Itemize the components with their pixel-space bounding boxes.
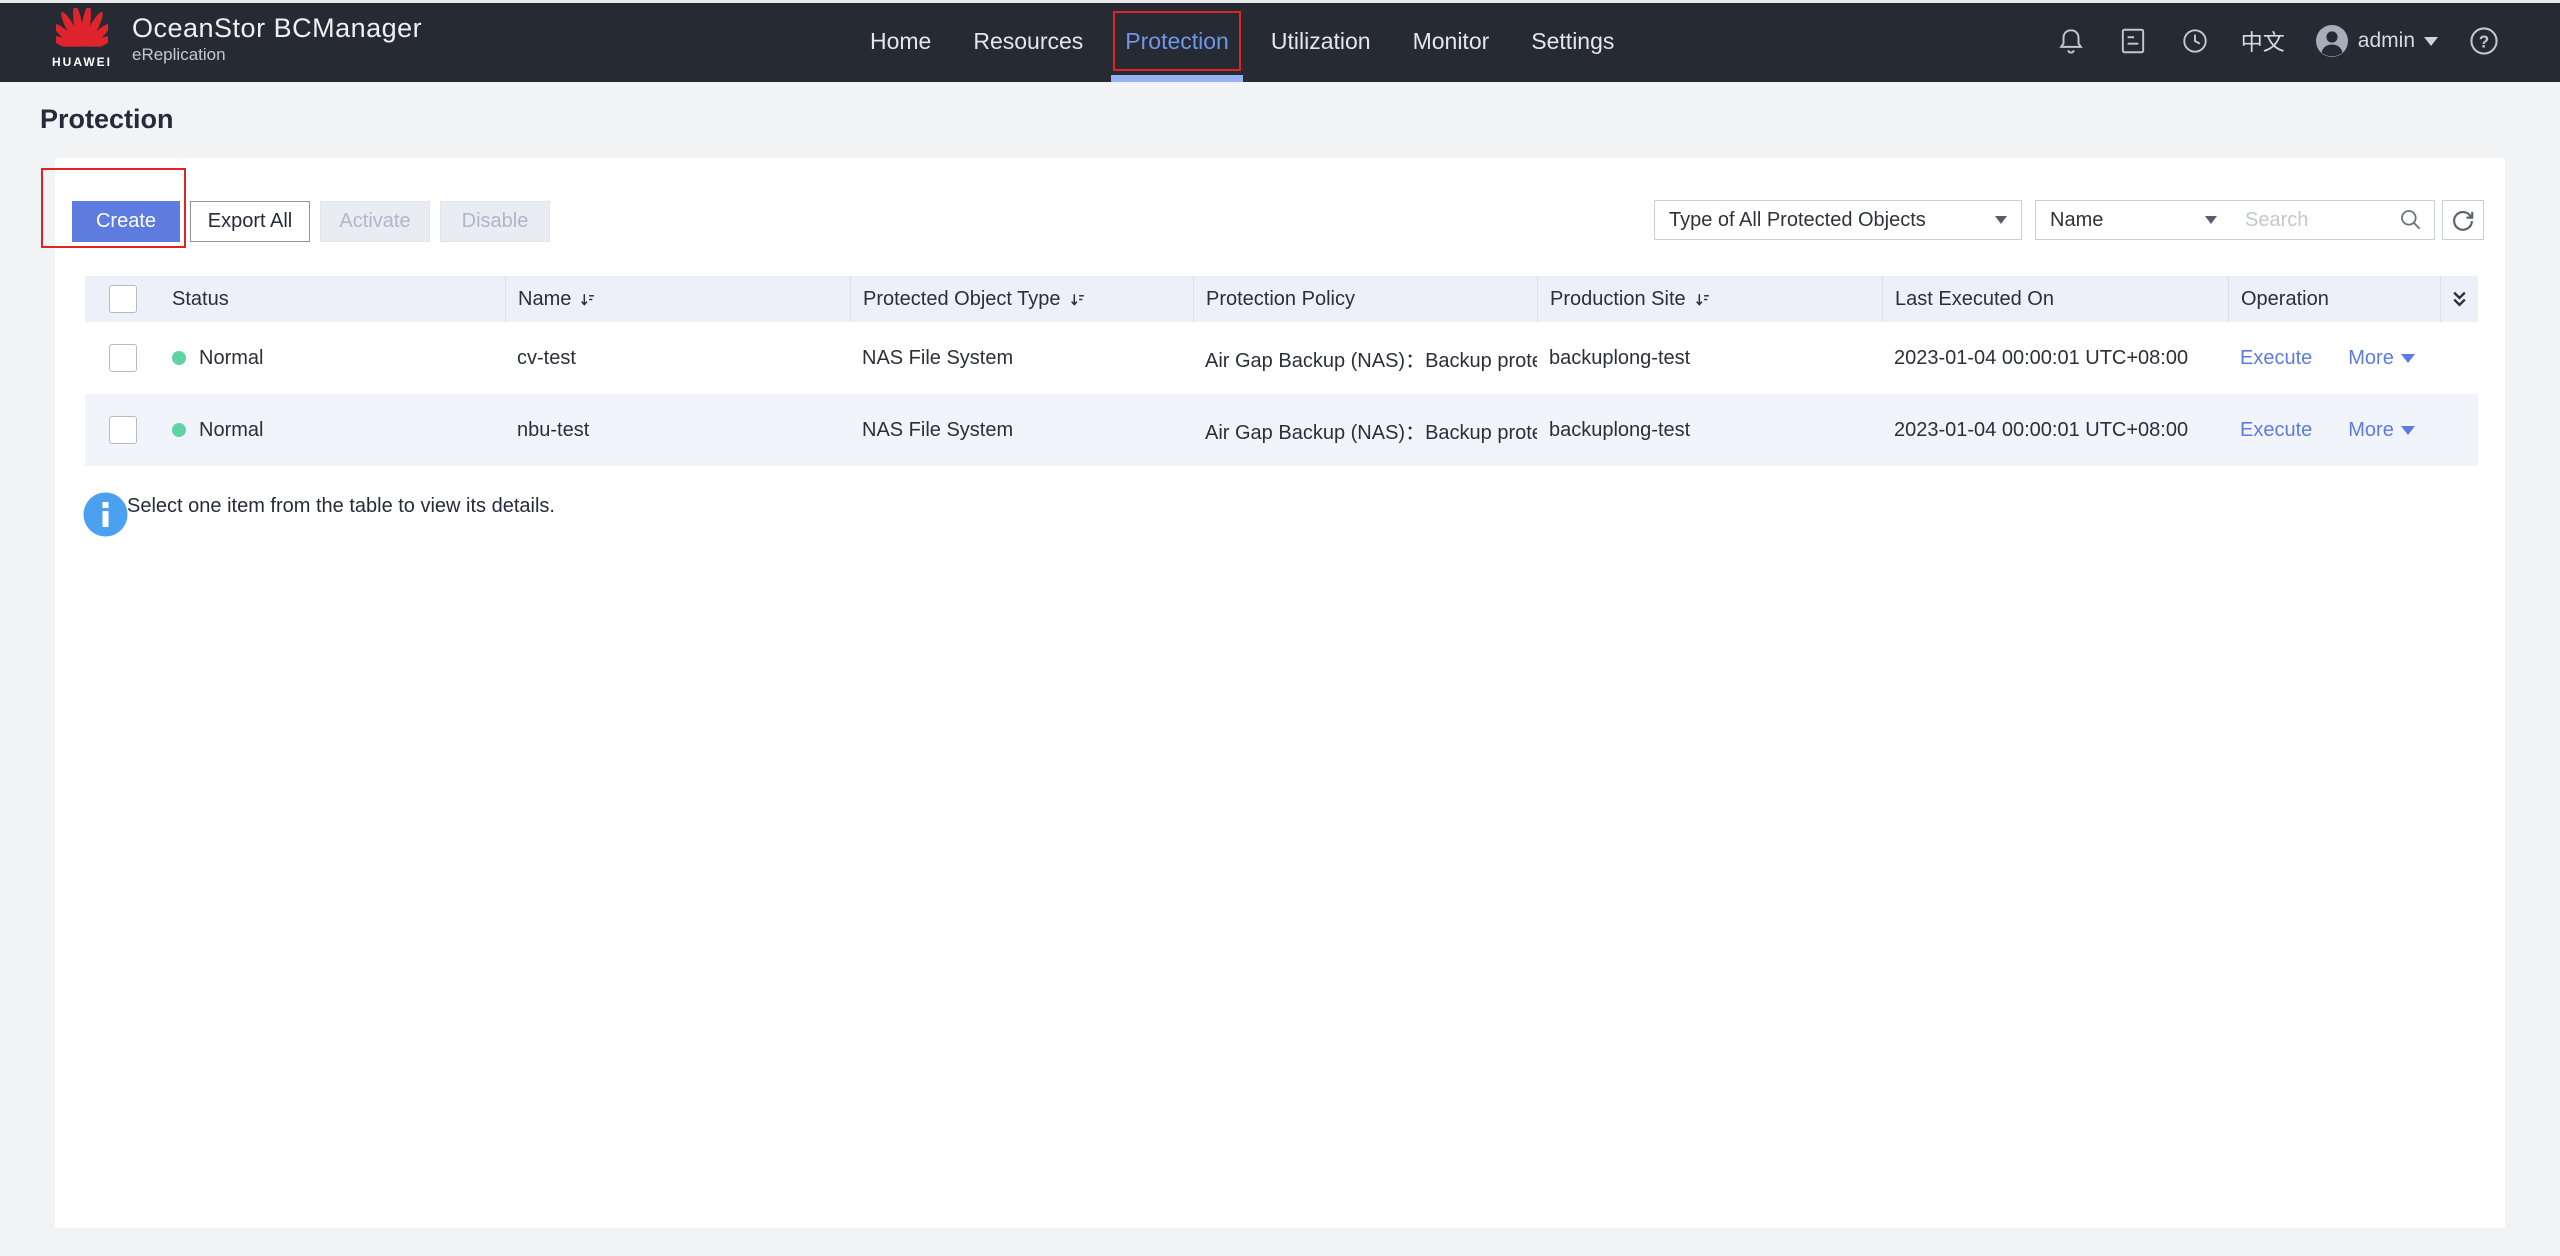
- row-checkbox[interactable]: [109, 344, 137, 372]
- cell-policy: Air Gap Backup (NAS)：Backup prote...: [1193, 322, 1537, 394]
- col-header-last-executed-on: Last Executed On: [1882, 276, 2228, 322]
- user-menu[interactable]: admin: [2315, 24, 2438, 58]
- disable-button[interactable]: Disable: [440, 201, 550, 242]
- info-tip: Select one item from the table to view i…: [83, 495, 555, 518]
- huawei-wordmark: HUAWEI: [46, 55, 118, 69]
- cell-policy: Air Gap Backup (NAS)：Backup prote...: [1193, 394, 1537, 466]
- cell-type: NAS File System: [850, 394, 1193, 466]
- column-settings-button[interactable]: [2440, 276, 2478, 322]
- history-clock-icon[interactable]: [2179, 25, 2211, 57]
- col-header-name: Name: [505, 276, 850, 322]
- protection-table: Status Name Protected Object Type: [85, 276, 2478, 466]
- table-row[interactable]: Normal cv-test NAS File System Air Gap B…: [85, 322, 2478, 394]
- user-caret-icon: [2424, 37, 2438, 46]
- nav-item-home[interactable]: Home: [868, 0, 933, 82]
- row-checkbox[interactable]: [109, 416, 137, 444]
- more-caret-icon: [2401, 426, 2415, 435]
- main-nav: Home Resources Protection Utilization Mo…: [868, 0, 1616, 82]
- active-tab-indicator: [1111, 75, 1243, 82]
- window-top-edge: [0, 0, 2560, 3]
- col-header-production-site: Production Site: [1537, 276, 1882, 322]
- search-input[interactable]: [2231, 209, 2398, 232]
- search-field-select[interactable]: Name: [2035, 200, 2232, 240]
- more-link[interactable]: More: [2348, 419, 2394, 442]
- more-caret-icon: [2401, 354, 2415, 363]
- nav-item-monitor[interactable]: Monitor: [1411, 0, 1492, 82]
- status-ok-dot: [172, 351, 186, 365]
- col-header-protection-policy: Protection Policy: [1193, 276, 1537, 322]
- table-row[interactable]: Normal nbu-test NAS File System Air Gap …: [85, 394, 2478, 466]
- cell-operation: Execute More: [2228, 322, 2440, 394]
- sort-icon[interactable]: [1694, 291, 1711, 308]
- huawei-logo: HUAWEI: [46, 8, 118, 69]
- col-header-status: Status: [160, 276, 505, 322]
- refresh-icon: [2450, 207, 2476, 233]
- double-chevron-down-icon: [2451, 289, 2468, 309]
- info-icon: [83, 492, 128, 537]
- cell-last-executed: 2023-01-04 00:00:01 UTC+08:00: [1882, 322, 2228, 394]
- cell-name: cv-test: [505, 322, 850, 394]
- nav-item-protection[interactable]: Protection: [1123, 0, 1231, 82]
- protected-object-type-select[interactable]: Type of All Protected Objects: [1654, 200, 2022, 240]
- select-caret-icon: [2205, 216, 2217, 224]
- refresh-button[interactable]: [2442, 200, 2484, 240]
- brand: HUAWEI OceanStor BCManager eReplication: [46, 8, 422, 69]
- info-message: Select one item from the table to view i…: [127, 495, 555, 518]
- help-icon[interactable]: ?: [2468, 25, 2500, 57]
- cell-type: NAS File System: [850, 322, 1193, 394]
- execute-link[interactable]: Execute: [2240, 347, 2312, 370]
- activate-button[interactable]: Activate: [320, 201, 430, 242]
- cell-name: nbu-test: [505, 394, 850, 466]
- cell-last-executed: 2023-01-04 00:00:01 UTC+08:00: [1882, 394, 2228, 466]
- cell-status: Normal: [160, 394, 505, 466]
- create-button[interactable]: Create: [72, 201, 180, 242]
- notification-bell-icon[interactable]: [2055, 25, 2087, 57]
- search-box: [2231, 200, 2435, 240]
- product-edition: eReplication: [132, 45, 422, 65]
- product-name: OceanStor BCManager: [132, 13, 422, 44]
- task-report-icon[interactable]: [2117, 25, 2149, 57]
- cell-site: backuplong-test: [1537, 394, 1882, 466]
- huawei-flower-icon: [56, 8, 108, 52]
- topbar: HUAWEI OceanStor BCManager eReplication …: [0, 0, 2560, 82]
- page-title: Protection: [40, 104, 174, 135]
- cell-operation: Execute More: [2228, 394, 2440, 466]
- nav-item-resources[interactable]: Resources: [971, 0, 1085, 82]
- status-ok-dot: [172, 423, 186, 437]
- content-card: Create Export All Activate Disable Type …: [55, 158, 2505, 1228]
- topbar-actions: 中文 admin ?: [2055, 0, 2500, 82]
- language-switch[interactable]: 中文: [2241, 25, 2285, 57]
- svg-text:?: ?: [2479, 31, 2489, 51]
- user-name: admin: [2358, 29, 2415, 53]
- nav-item-settings[interactable]: Settings: [1529, 0, 1616, 82]
- col-header-protected-object-type: Protected Object Type: [850, 276, 1193, 322]
- app-screen: HUAWEI OceanStor BCManager eReplication …: [0, 0, 2560, 1256]
- col-header-operation: Operation: [2228, 276, 2440, 322]
- select-caret-icon: [1995, 216, 2007, 224]
- select-all-checkbox[interactable]: [109, 285, 137, 313]
- toolbar: Create Export All Activate Disable: [72, 201, 550, 242]
- table-header-row: Status Name Protected Object Type: [85, 276, 2478, 322]
- nav-item-utilization[interactable]: Utilization: [1269, 0, 1373, 82]
- search-icon[interactable]: [2398, 207, 2424, 233]
- export-all-button[interactable]: Export All: [190, 201, 310, 242]
- more-link[interactable]: More: [2348, 347, 2394, 370]
- sort-icon[interactable]: [1069, 291, 1086, 308]
- execute-link[interactable]: Execute: [2240, 419, 2312, 442]
- avatar-icon: [2315, 24, 2349, 58]
- cell-site: backuplong-test: [1537, 322, 1882, 394]
- brand-text: OceanStor BCManager eReplication: [132, 13, 422, 65]
- cell-status: Normal: [160, 322, 505, 394]
- sort-icon[interactable]: [579, 291, 596, 308]
